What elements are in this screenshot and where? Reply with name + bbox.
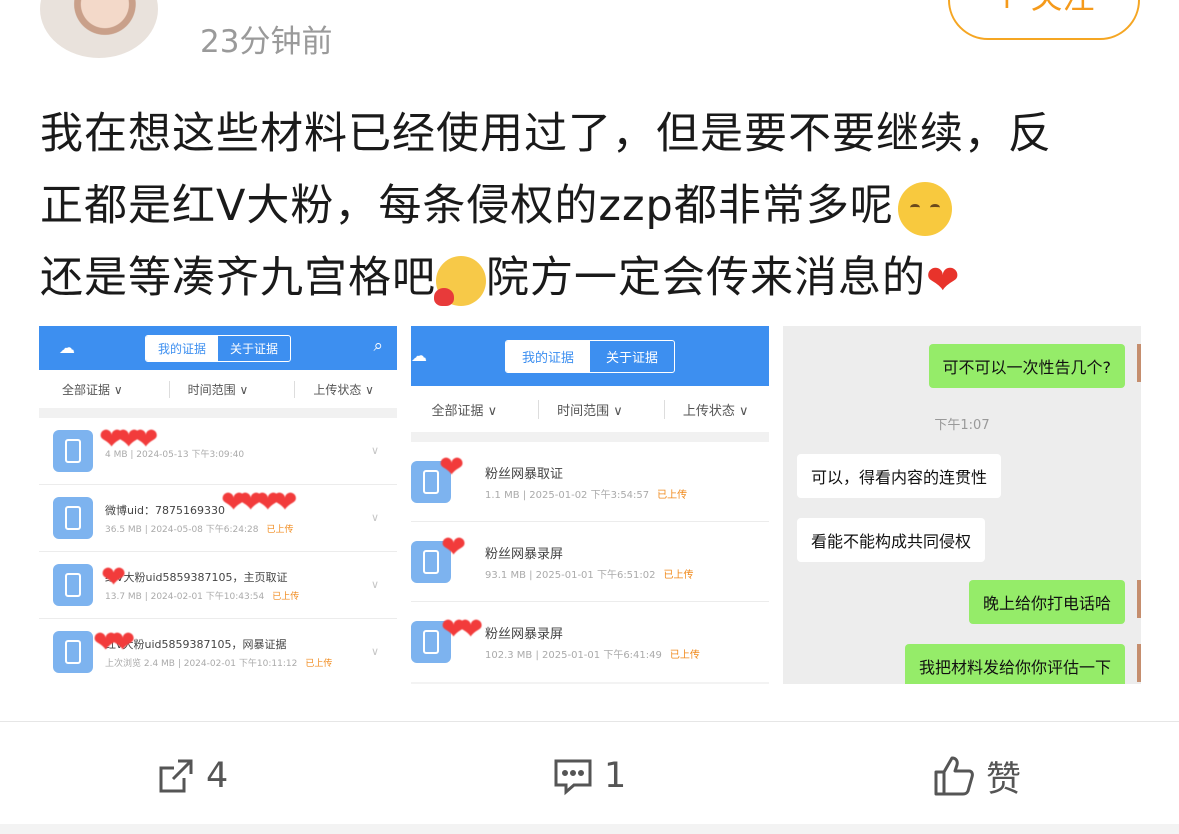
divider (0, 824, 1179, 834)
search-icon: ⌕ (373, 336, 383, 356)
post-text: 我在想这些材料已经使用过了，但是要不要继续，反 正都是红V大粉，每条侵权的zzp… (40, 98, 1140, 317)
post-line-3b: 院方一定会传来消息的 (486, 253, 926, 303)
chat-message: 可以，得看内容的连贯性 (797, 454, 1002, 498)
list-item: 粉丝网暴取证 1.1 MB | 2025-01-02 下午3:54:57 已上传 ❤ (411, 442, 769, 522)
like-label: 赞 (986, 759, 1022, 800)
share-icon (159, 759, 193, 793)
post-line-2: 正都是红V大粉，每条侵权的zzp都非常多呢 (40, 181, 894, 231)
share-button[interactable]: 4 (156, 748, 228, 804)
divider (411, 432, 769, 442)
evidence-list: 4 MB | 2024-05-13 下午3:09:40 ❤❤❤ ∨ 微博uid：… (39, 418, 397, 684)
redaction-hearts-icon: ❤ (441, 530, 466, 565)
avatar (1137, 580, 1141, 618)
filter-time: 时间范围 ∨ (168, 380, 248, 398)
app-bar: ☁ 我的证据 关于证据 ⌕ (39, 326, 397, 370)
post-line-1: 我在想这些材料已经使用过了，但是要不要继续，反 (40, 109, 1052, 159)
item-meta: 36.5 MB | 2024-05-08 下午6:24:28 (105, 524, 259, 535)
chevron-down-icon: ∨ (370, 444, 379, 457)
segment-tabs: 我的证据 关于证据 (144, 334, 292, 362)
chevron-down-icon: ∨ (370, 645, 379, 658)
filter-row: 全部证据 ∨ 时间范围 ∨ 上传状态 ∨ (411, 386, 769, 432)
item-status: 已上传 (663, 569, 694, 581)
redaction-hearts-icon: ❤ (101, 560, 126, 595)
follow-button[interactable]: + 关注 (948, 0, 1140, 40)
file-icon (53, 631, 93, 673)
post-image-3[interactable]: 可不可以一次性告几个? 下午1:07 可以，得看内容的连贯性 看能不能构成共同侵… (783, 326, 1141, 684)
avatar (1137, 344, 1141, 382)
redaction-hearts-icon: ❤❤ (441, 612, 483, 647)
avatar[interactable] (40, 0, 158, 58)
item-title: 红v大粉uid5859387105，网暴证据 (105, 637, 287, 651)
cloud-icon: ☁ (411, 346, 427, 365)
item-title: 红V大粉uid5859387105，主页取证 (105, 570, 288, 584)
item-meta: 13.7 MB | 2024-02-01 下午10:43:54 (105, 591, 265, 602)
redaction-hearts-icon: ❤❤ (93, 625, 135, 660)
filter-row: 全部证据 ∨ 时间范围 ∨ 上传状态 ∨ (39, 370, 397, 408)
filter-all: 全部证据 ∨ (62, 382, 123, 397)
item-title: 粉丝网暴取证 (485, 466, 564, 482)
pensive-emoji-icon (897, 181, 952, 236)
heart-emoji-icon: ❤ (926, 257, 961, 304)
item-title: 粉丝网暴录屏 (485, 627, 564, 642)
chat-message: 可不可以一次性告几个? (928, 344, 1125, 388)
evidence-list: 粉丝网暴取证 1.1 MB | 2025-01-02 下午3:54:57 已上传 ❤… (411, 442, 769, 682)
divider (0, 721, 1179, 722)
list-item: 红v大粉uid5859387105，网暴证据 上次浏览 2.4 MB | 2024… (39, 619, 397, 684)
tab-my-evidence: 我的证据 (145, 335, 218, 361)
share-count: 4 (206, 756, 229, 796)
divider (39, 408, 397, 418)
list-item: 微博uid：7875169330 36.5 MB | 2024-05-08 下午6… (39, 485, 397, 552)
list-item: 粉丝网暴录屏 102.3 MB | 2025-01-01 下午6:41:49 已上传… (411, 602, 769, 682)
item-meta: 1.1 MB | 2025-01-02 下午3:54:57 (485, 489, 650, 501)
item-status: 已上传 (305, 658, 333, 669)
filter-time: 时间范围 ∨ (538, 399, 623, 419)
chevron-down-icon: ∨ (370, 578, 379, 591)
redaction-hearts-icon: ❤ (439, 450, 464, 485)
cloud-icon: ☁ (59, 338, 75, 357)
avatar (1137, 644, 1141, 682)
filter-all: 全部证据 ∨ (431, 403, 498, 419)
tab-about-evidence: 关于证据 (230, 341, 279, 356)
item-status: 已上传 (669, 650, 700, 661)
filter-status: 上传状态 ∨ (663, 399, 748, 419)
item-meta: 102.3 MB | 2025-01-01 下午6:41:49 (485, 650, 662, 661)
thumbs-up-icon (934, 756, 974, 796)
tab-about-evidence: 关于证据 (606, 350, 659, 366)
post-line-3a: 还是等凑齐九宫格吧 (40, 253, 436, 303)
chat-message: 晚上给你打电话哈 (968, 580, 1125, 624)
post-time: 23分钟前 (200, 24, 333, 60)
file-icon (53, 497, 93, 539)
post-image-2[interactable]: ☁ 我的证据 关于证据 全部证据 ∨ 时间范围 ∨ 上传状态 ∨ 粉丝网暴取证 1… (411, 326, 769, 684)
chevron-down-icon: ∨ (370, 511, 379, 524)
like-button[interactable]: 赞 (932, 748, 1021, 804)
comment-icon (554, 759, 592, 796)
item-meta: 93.1 MB | 2025-01-01 下午6:51:02 (485, 569, 656, 581)
chat-message: 我把材料发给你你评估一下 (904, 644, 1125, 684)
file-icon (53, 430, 93, 472)
filter-status: 上传状态 ∨ (294, 380, 374, 398)
tab-my-evidence: 我的证据 (505, 340, 590, 372)
app-bar: ☁ 我的证据 关于证据 (411, 326, 769, 386)
cute-emoji-icon (434, 255, 486, 306)
list-item: 4 MB | 2024-05-13 下午3:09:40 ❤❤❤ ∨ (39, 418, 397, 485)
file-icon (53, 564, 93, 606)
comment-count: 1 (604, 756, 627, 796)
item-status: 已上传 (272, 591, 300, 602)
segment-tabs: 我的证据 关于证据 (504, 339, 676, 373)
item-status: 已上传 (266, 524, 294, 535)
list-item: 粉丝网暴录屏 93.1 MB | 2025-01-01 下午6:51:02 已上传 … (411, 522, 769, 602)
list-item: 红V大粉uid5859387105，主页取证 13.7 MB | 2024-02-… (39, 552, 397, 619)
redaction-hearts-icon: ❤❤❤❤ (221, 485, 297, 520)
chat-message: 看能不能构成共同侵权 (797, 518, 986, 562)
comment-button[interactable]: 1 (552, 748, 626, 804)
item-title: 粉丝网暴录屏 (485, 546, 564, 562)
item-meta: 上次浏览 2.4 MB | 2024-02-01 下午10:11:12 (105, 658, 298, 669)
chat-timestamp: 下午1:07 (934, 418, 990, 433)
item-status: 已上传 (657, 489, 688, 501)
weibo-post: 23分钟前 + 关注 我在想这些材料已经使用过了，但是要不要继续，反 正都是红V… (0, 0, 1179, 834)
post-image-1[interactable]: ☁ 我的证据 关于证据 ⌕ 全部证据 ∨ 时间范围 ∨ 上传状态 ∨ 4 MB … (39, 326, 397, 684)
redaction-hearts-icon: ❤❤❤ (99, 422, 158, 457)
